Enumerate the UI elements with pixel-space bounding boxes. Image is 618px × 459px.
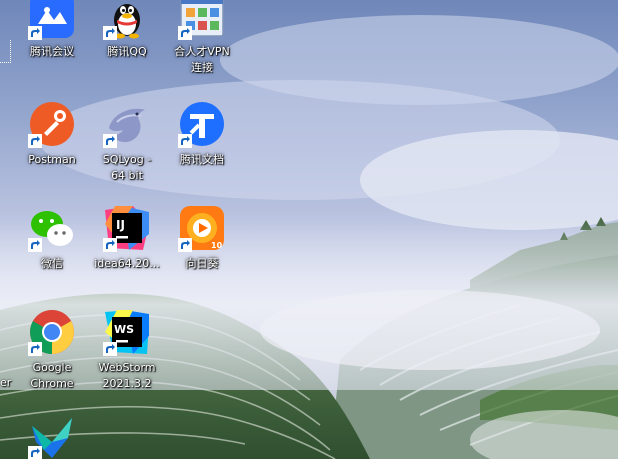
desktop-icon-label: 腾讯文档 <box>180 153 224 166</box>
shortcut-arrow-icon <box>103 238 117 252</box>
shortcut-arrow-icon <box>28 134 42 148</box>
desktop-icon-label: 腾讯会议 <box>30 45 74 58</box>
desktop-icon-postman[interactable]: Postman <box>14 100 90 168</box>
svg-text:10: 10 <box>211 241 223 250</box>
desktop-icon-label: 腾讯QQ <box>107 45 147 58</box>
desktop-icon-label: Postman <box>28 153 76 166</box>
desktop-icon-label: 合人才VPN 连接 <box>174 45 230 74</box>
desktop-icon-webstorm[interactable]: WS WebStorm 2021.3.2 <box>89 308 165 392</box>
shortcut-arrow-icon <box>28 342 42 356</box>
desktop-icon-sunflower[interactable]: 10 向日葵 <box>164 204 240 272</box>
shortcut-arrow-icon <box>28 238 42 252</box>
shortcut-arrow-icon <box>28 26 42 40</box>
desktop-icon-sqlyog[interactable]: SQLyog - 64 bit <box>89 100 165 184</box>
desktop-icon-chrome[interactable]: Google Chrome <box>14 308 90 392</box>
desktop-icon-label: 向日葵 <box>185 257 219 270</box>
desktop-icon-blue-bird[interactable] <box>14 412 90 459</box>
desktop-icon-tencent-meeting[interactable]: 腾讯会议 <box>14 0 90 60</box>
desktop-icon-intellij[interactable]: IJ idea64.20... <box>89 204 165 272</box>
desktop-icon-label: 微信 <box>41 257 63 270</box>
partial-icon-outline <box>0 40 11 63</box>
desktop: er 腾讯会议 腾讯QQ 合人才VPN 连接 Postman SQLyog - … <box>0 0 618 459</box>
desktop-icon-qq[interactable]: 腾讯QQ <box>89 0 165 60</box>
desktop-icon-label: SQLyog - 64 bit <box>102 153 152 182</box>
shortcut-arrow-icon <box>178 134 192 148</box>
desktop-icon-vpn[interactable]: 合人才VPN 连接 <box>164 0 240 76</box>
shortcut-arrow-icon <box>178 238 192 252</box>
svg-text:WS: WS <box>114 323 134 336</box>
shortcut-arrow-icon <box>103 342 117 356</box>
desktop-icon-label: WebStorm 2021.3.2 <box>98 361 156 390</box>
svg-text:IJ: IJ <box>116 218 125 232</box>
desktop-icon-label: Google Chrome <box>30 361 74 390</box>
shortcut-arrow-icon <box>28 446 42 459</box>
shortcut-arrow-icon <box>103 26 117 40</box>
shortcut-arrow-icon <box>178 26 192 40</box>
desktop-icon-tencent-docs[interactable]: 腾讯文档 <box>164 100 240 168</box>
shortcut-arrow-icon <box>103 134 117 148</box>
partial-icon-label[interactable]: er <box>0 376 11 389</box>
desktop-icon-label: idea64.20... <box>94 257 160 270</box>
desktop-icon-wechat[interactable]: 微信 <box>14 204 90 272</box>
